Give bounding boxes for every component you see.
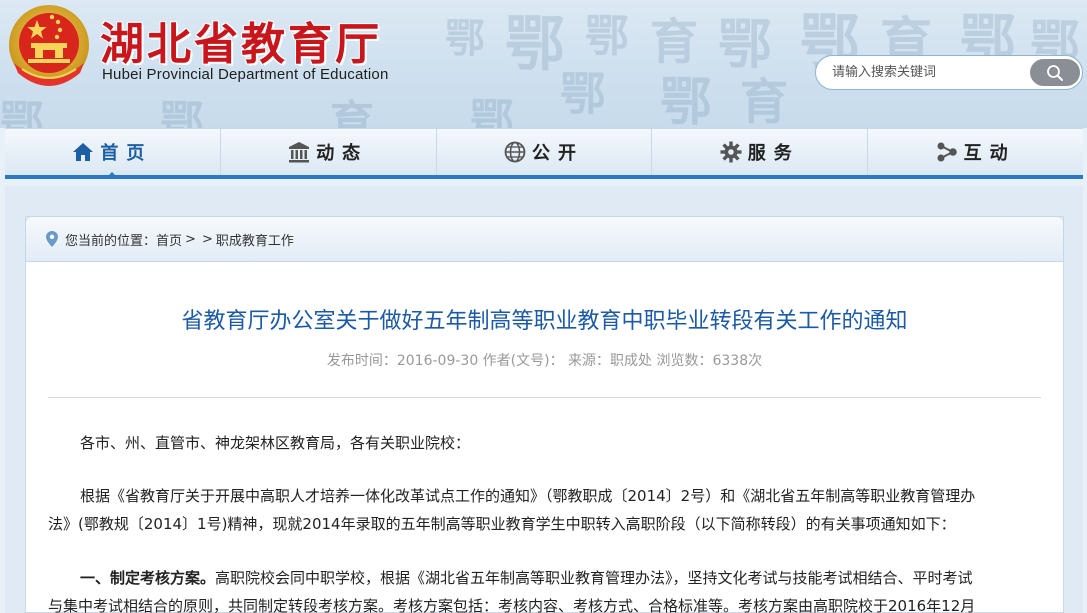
breadcrumb-home-link[interactable]: 首页 [156, 230, 182, 249]
decorative-glyph: 鄂 [160, 97, 204, 128]
divider [48, 397, 1041, 398]
nav-item-label: 公开 [531, 143, 584, 164]
breadcrumb-current-link[interactable]: 职成教育工作 [216, 230, 294, 249]
nav-item-label: 服务 [747, 143, 800, 164]
location-pin-icon [46, 231, 58, 247]
site-title: 湖北省教育厅 [100, 19, 382, 70]
section-heading: 一、制定考核方案。 [80, 569, 216, 587]
nav-item-public[interactable]: 公开 [437, 129, 653, 175]
article-paragraph: 与集中考试相结合的原则，共同制定转段考核方案。考核方案包括：考核内容、考核方式、… [48, 597, 976, 613]
nav-item-home[interactable]: 首页 [5, 129, 221, 179]
nav-item-label: 动态 [316, 143, 369, 164]
article-salutation: 各市、州、直管市、神龙架林区教育局，各有关职业院校： [80, 434, 471, 452]
site-subtitle: Hubei Provincial Department of Education [102, 66, 389, 83]
gear-icon [720, 141, 742, 163]
nav-item-news[interactable]: 动态 [221, 129, 437, 175]
decorative-glyph: 育 [330, 97, 374, 128]
decorative-glyph: 鄂 [585, 11, 629, 62]
breadcrumb: 您当前的位置： 首页 > > 职成教育工作 [25, 216, 1064, 262]
decorative-glyph: 育 [740, 74, 789, 128]
paragraph-text: 高职院校会同中职学校，根据《湖北省五年制高等职业教育管理办法》，坚持文化考试与技… [215, 569, 973, 587]
breadcrumb-separator: > [185, 231, 196, 247]
search-icon [1047, 64, 1063, 81]
nav-item-label: 首页 [100, 143, 153, 164]
share-icon [937, 142, 957, 162]
globe-icon [504, 141, 526, 163]
nav-item-label: 互动 [963, 143, 1016, 164]
search-box [815, 55, 1083, 90]
decorative-glyph: 鄂 [505, 10, 565, 80]
decorative-glyph: 鄂 [560, 67, 606, 121]
article-paragraph: 一、制定考核方案。高职院校会同中职学校，根据《湖北省五年制高等职业教育管理办法》… [80, 565, 973, 591]
decorative-glyph: 鄂 [0, 97, 44, 128]
search-button[interactable] [1030, 59, 1080, 86]
article-paragraph: 根据《省教育厅关于开展中高职人才培养一体化改革试点工作的通知》（鄂教职成〔201… [80, 487, 976, 505]
national-emblem-icon [9, 5, 89, 86]
article-paragraph: 法》(鄂教规〔2014〕1号)精神，现就2014年录取的五年制高等职业教育学生中… [48, 515, 956, 533]
building-icon [289, 142, 310, 163]
breadcrumb-separator: > [201, 231, 213, 247]
article-meta: 发布时间：2016-09-30 作者(文号)： 来源：职成处 浏览数：6338次 [326, 353, 763, 369]
active-indicator [105, 172, 120, 179]
site-header: 鄂 鄂 鄂 育 鄂 鄂 育 鄂 鄂 鄂 鄂 育 鄂 鄂 育 鄂 湖北省教育厅 H… [0, 0, 1087, 128]
article-panel [25, 216, 1064, 613]
article-title: 省教育厅办公室关于做好五年制高等职业教育中职毕业转段有关工作的通知 [181, 309, 908, 334]
decorative-glyph: 鄂 [660, 72, 713, 128]
main-nav: 首页 动态 公开 服务 互动 [5, 128, 1083, 179]
nav-item-interact[interactable]: 互动 [868, 129, 1083, 175]
search-input[interactable] [832, 58, 1028, 87]
decorative-glyph: 鄂 [470, 95, 514, 128]
home-icon [73, 143, 94, 161]
breadcrumb-prefix: 您当前的位置： [65, 233, 157, 249]
nav-item-service[interactable]: 服务 [652, 129, 869, 175]
decorative-glyph: 鄂 [445, 15, 485, 62]
